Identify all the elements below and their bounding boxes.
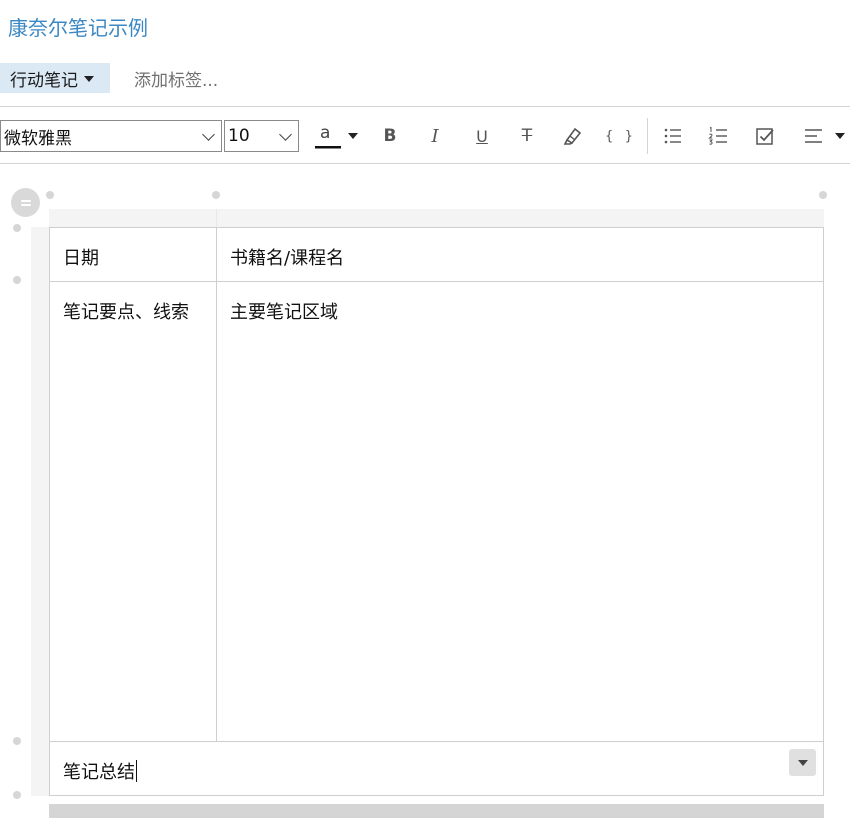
table-cell-book[interactable]: 书籍名/课程名 bbox=[230, 244, 344, 270]
add-tag-input[interactable]: 添加标签... bbox=[134, 66, 218, 91]
italic-button[interactable]: I bbox=[418, 120, 452, 152]
checkbox-icon bbox=[756, 128, 774, 145]
column-insert-dot[interactable] bbox=[212, 191, 220, 199]
note-editor: 康奈尔笔记示例 行动笔记 添加标签... 微软雅黑 10 a B I U T {… bbox=[0, 0, 850, 825]
chevron-down-icon bbox=[202, 128, 215, 141]
highlight-button[interactable] bbox=[556, 120, 590, 152]
bullet-list-button[interactable] bbox=[656, 120, 690, 152]
table-cell-summary[interactable]: 笔记总结 bbox=[63, 758, 137, 784]
note-title[interactable]: 康奈尔笔记示例 bbox=[8, 12, 148, 41]
svg-text:a: a bbox=[320, 123, 330, 143]
bold-icon: B bbox=[383, 126, 397, 146]
numbered-list-icon bbox=[708, 126, 727, 145]
checklist-button[interactable] bbox=[748, 120, 782, 152]
code-button[interactable]: { } bbox=[603, 120, 637, 152]
notebook-label: 行动笔记 bbox=[10, 70, 78, 91]
drag-handle-icon bbox=[20, 199, 31, 206]
font-size-select[interactable]: 10 bbox=[224, 120, 299, 152]
caret-down-icon bbox=[348, 133, 358, 139]
strikethrough-button[interactable]: T bbox=[510, 120, 544, 152]
row-selector-bar[interactable] bbox=[31, 227, 49, 796]
row-insert-dot[interactable] bbox=[13, 737, 21, 745]
table-move-handle[interactable] bbox=[11, 188, 40, 217]
horizontal-scrollbar[interactable] bbox=[49, 804, 824, 818]
column-insert-dot[interactable] bbox=[46, 191, 54, 199]
align-left-icon bbox=[805, 129, 822, 143]
table-cell-main-notes[interactable]: 主要笔记区域 bbox=[230, 298, 338, 324]
caret-down-icon bbox=[835, 133, 845, 139]
numbered-list-button[interactable] bbox=[701, 120, 735, 152]
caret-down-icon bbox=[797, 759, 808, 766]
table-cell-cues[interactable]: 笔记要点、线索 bbox=[63, 298, 189, 324]
align-dropdown[interactable] bbox=[832, 120, 848, 152]
code-braces-icon: { } bbox=[605, 128, 635, 144]
column-insert-dot[interactable] bbox=[819, 191, 827, 199]
row-divider bbox=[50, 281, 823, 282]
row-divider bbox=[50, 741, 823, 742]
toolbar-divider bbox=[647, 118, 648, 154]
text-color-dropdown[interactable] bbox=[344, 120, 362, 152]
table-cell-date[interactable]: 日期 bbox=[63, 244, 99, 270]
caret-down-icon bbox=[84, 76, 94, 82]
bullet-list-icon bbox=[664, 128, 681, 144]
text-cursor bbox=[136, 760, 137, 782]
underline-icon: U bbox=[476, 126, 488, 146]
bold-button[interactable]: B bbox=[373, 120, 407, 152]
italic-icon: I bbox=[431, 125, 439, 147]
chevron-down-icon bbox=[279, 128, 292, 141]
strikethrough-icon: T bbox=[521, 126, 533, 146]
formatting-toolbar: 微软雅黑 10 a B I U T {} bbox=[0, 106, 850, 164]
cornell-notes-table: 日期 书籍名/课程名 笔记要点、线索 主要笔记区域 笔记总结 bbox=[49, 227, 824, 796]
column-selector-divider bbox=[216, 209, 217, 228]
summary-text: 笔记总结 bbox=[63, 762, 135, 783]
column-selector-bar[interactable] bbox=[49, 209, 824, 228]
font-family-value: 微软雅黑 bbox=[4, 128, 72, 149]
column-divider bbox=[216, 228, 217, 741]
row-insert-dot[interactable] bbox=[13, 224, 21, 232]
font-size-value: 10 bbox=[228, 126, 250, 146]
row-insert-dot[interactable] bbox=[13, 276, 21, 284]
underline-button[interactable]: U bbox=[465, 120, 499, 152]
cell-options-button[interactable] bbox=[789, 749, 816, 776]
text-color-icon: a bbox=[315, 123, 341, 149]
notebook-selector[interactable]: 行动笔记 bbox=[0, 63, 110, 93]
row-insert-dot[interactable] bbox=[13, 791, 21, 799]
highlighter-icon bbox=[563, 127, 582, 145]
font-family-select[interactable]: 微软雅黑 bbox=[0, 120, 222, 152]
align-button[interactable] bbox=[797, 120, 831, 152]
text-color-button[interactable]: a bbox=[308, 120, 344, 152]
